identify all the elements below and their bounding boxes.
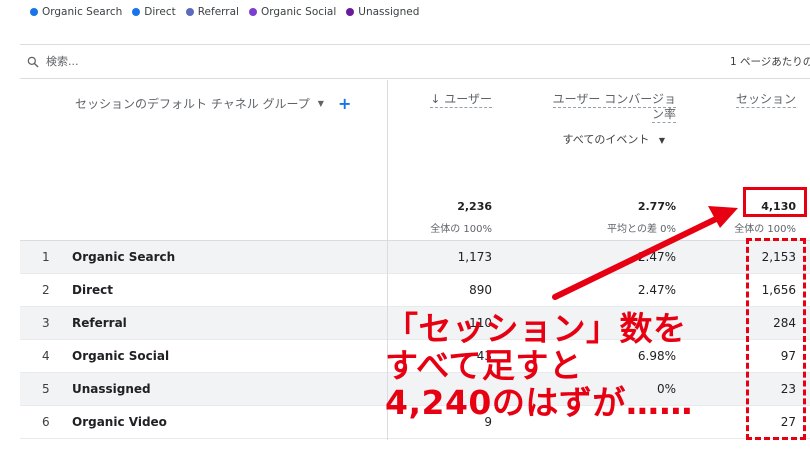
rows-per-page-label[interactable]: 1 ページあたりの <box>730 54 810 69</box>
row-conversion: 2.47% <box>637 283 676 297</box>
row-index: 2 <box>42 283 50 297</box>
sessions-column-highlight <box>746 238 806 440</box>
legend-label: Direct <box>144 6 176 18</box>
chart-legend: Organic Search Direct Referral Organic S… <box>30 6 419 18</box>
row-users: 1,173 <box>457 250 492 264</box>
event-filter-select[interactable]: すべてのイベント ▼ <box>563 131 665 147</box>
dimension-header[interactable]: セッションのデフォルト チャネル グループ ▼ + <box>75 94 351 113</box>
total-conversion: 2.77% <box>637 200 676 213</box>
column-header-sessions-label: セッション <box>735 92 796 108</box>
table-header: セッションのデフォルト チャネル グループ ▼ + ↓ ユーザー ユーザー コン… <box>20 80 810 241</box>
row-index: 5 <box>42 382 50 396</box>
table-search-bar: 1 ページあたりの <box>20 45 810 79</box>
total-users: 2,236 <box>457 200 492 213</box>
column-header-conversion-label-2: ン率 <box>651 107 676 123</box>
total-conversion-sub: 平均との差 0% <box>607 224 676 235</box>
legend-dot <box>346 8 355 16</box>
caret-down-icon[interactable]: ▼ <box>318 99 324 108</box>
search-icon <box>27 56 39 67</box>
annotation-line-3: 4,240のはずが…… <box>385 383 693 422</box>
row-index: 1 <box>42 250 50 264</box>
legend-dot <box>30 8 38 16</box>
legend-item-organic-social[interactable]: Organic Social <box>248 6 337 18</box>
total-sessions-sub: 全体の 100% <box>734 224 796 235</box>
legend-item-unassigned[interactable]: Unassigned <box>346 6 419 18</box>
row-index: 4 <box>42 349 50 363</box>
annotation-callout: 「セッション」数を すべて足すと 4,240のはずが…… <box>385 310 745 421</box>
event-filter-label: すべてのイベント <box>562 133 650 146</box>
legend-item-organic-search[interactable]: Organic Search <box>30 6 122 18</box>
row-channel-name: Organic Social <box>72 349 170 363</box>
row-channel-name: Organic Search <box>72 250 176 264</box>
row-conversion: 2.47% <box>637 250 676 264</box>
column-header-users[interactable]: ↓ ユーザー <box>372 92 492 108</box>
caret-down-icon: ▼ <box>658 136 665 145</box>
annotation-line-2: すべて足すと <box>385 346 583 385</box>
row-channel-name: Organic Video <box>72 415 167 429</box>
row-channel-name: Unassigned <box>72 382 151 396</box>
legend-dot <box>132 8 141 16</box>
add-dimension-icon[interactable]: + <box>338 94 351 113</box>
legend-dot <box>185 8 194 16</box>
table-row[interactable]: 1 Organic Search 1,173 2.47% 2,153 <box>20 241 810 274</box>
total-sessions-highlight <box>743 187 807 217</box>
legend-item-referral[interactable]: Referral <box>185 6 239 18</box>
search-input[interactable] <box>46 55 346 68</box>
row-users: 890 <box>469 283 492 297</box>
column-header-users-label: ↓ ユーザー <box>430 92 492 108</box>
dimension-header-label: セッションのデフォルト チャネル グループ <box>75 97 310 111</box>
row-index: 3 <box>42 316 50 330</box>
legend-label: Unassigned <box>358 6 420 18</box>
row-channel-name: Referral <box>72 316 127 330</box>
legend-label: Organic Search <box>42 6 123 18</box>
column-header-sessions[interactable]: セッション <box>696 92 796 108</box>
legend-dot <box>248 8 257 16</box>
total-users-sub: 全体の 100% <box>430 224 492 235</box>
annotation-line-1: 「セッション」数を <box>385 309 687 348</box>
row-channel-name: Direct <box>72 283 113 297</box>
legend-label: Organic Social <box>260 6 337 18</box>
row-index: 6 <box>42 415 50 429</box>
column-header-conversion-label-1: ユーザー コンバージョ <box>552 92 676 108</box>
legend-label: Referral <box>197 6 239 18</box>
legend-item-direct[interactable]: Direct <box>132 6 176 18</box>
column-header-conversion-rate[interactable]: ユーザー コンバージョ ン率 <box>536 92 676 123</box>
table-row[interactable]: 2 Direct 890 2.47% 1,656 <box>20 274 810 307</box>
